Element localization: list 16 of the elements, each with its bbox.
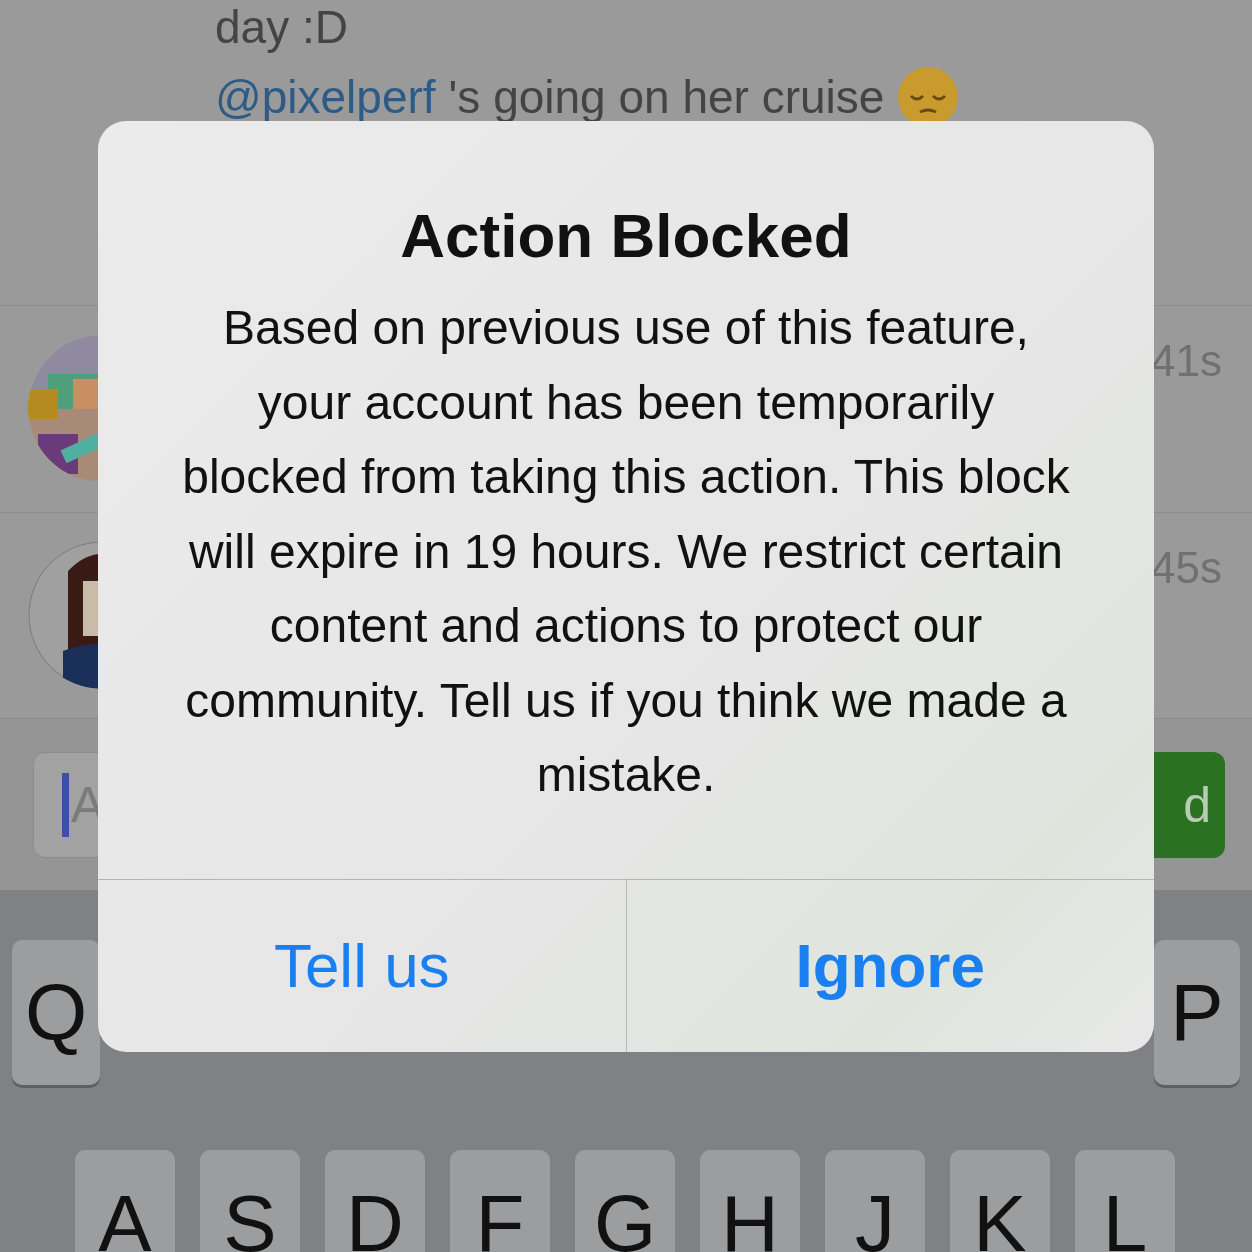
comment-text: day :D xyxy=(215,0,348,55)
dialog-title: Action Blocked xyxy=(399,200,853,272)
dialog-message: Based on previous use of this feature, your account has been temporarily blocked from taking this action. This block will expire in 19 hours. We restrict certain content and actions to protect our community. Tell us if you think we made a mistake. xyxy=(181,300,1071,803)
keyboard-key[interactable]: G xyxy=(575,1150,675,1252)
comment-text: 's going on her cruise xyxy=(448,70,885,125)
keyboard-key[interactable]: J xyxy=(825,1150,925,1252)
text-cursor-icon xyxy=(62,773,69,837)
keyboard-key[interactable]: L xyxy=(1075,1150,1175,1252)
keyboard-key[interactable]: F xyxy=(450,1150,550,1252)
keyboard-key[interactable]: D xyxy=(325,1150,425,1252)
keyboard-key[interactable]: Q xyxy=(12,940,100,1085)
keyboard-key[interactable]: S xyxy=(200,1150,300,1252)
keyboard-key[interactable]: H xyxy=(700,1150,800,1252)
keyboard-key[interactable]: K xyxy=(950,1150,1050,1252)
keyboard-key[interactable]: P xyxy=(1154,940,1240,1085)
keyboard-key[interactable]: A xyxy=(75,1150,175,1252)
